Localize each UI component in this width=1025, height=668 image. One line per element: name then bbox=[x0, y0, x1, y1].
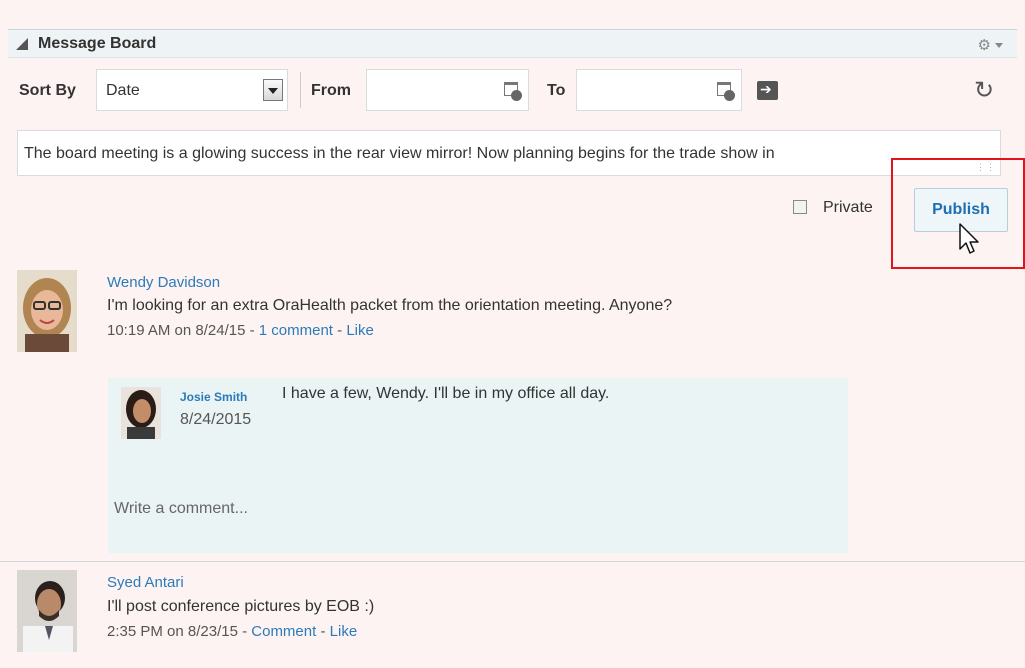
avatar[interactable] bbox=[17, 270, 77, 352]
write-comment-input[interactable]: Write a comment... bbox=[114, 500, 248, 518]
comment-author-link[interactable]: Josie Smith bbox=[180, 390, 247, 404]
comment-thread: Josie Smith I have a few, Wendy. I'll be… bbox=[108, 378, 848, 553]
sort-by-label: Sort By bbox=[19, 82, 76, 99]
chevron-down-icon[interactable] bbox=[995, 43, 1003, 48]
to-label: To bbox=[547, 82, 566, 99]
like-link[interactable]: Like bbox=[330, 623, 358, 640]
panel-title: Message Board bbox=[38, 35, 157, 52]
message-input[interactable]: The board meeting is a glowing success i… bbox=[17, 130, 1001, 176]
calendar-icon[interactable] bbox=[717, 82, 735, 101]
refresh-icon[interactable]: ↻ bbox=[974, 76, 994, 105]
sort-by-select[interactable]: Date bbox=[96, 69, 288, 111]
comment-count-link[interactable]: 1 comment bbox=[259, 322, 333, 339]
go-arrow-button[interactable] bbox=[757, 81, 778, 100]
chevron-down-icon bbox=[268, 88, 278, 94]
meta-separator: - bbox=[316, 623, 330, 640]
post-timestamp: 2:35 PM on 8/23/15 - bbox=[107, 623, 252, 640]
mouse-pointer-icon bbox=[959, 223, 979, 254]
dropdown-button[interactable] bbox=[263, 79, 283, 101]
wendy-photo bbox=[17, 270, 77, 352]
from-date-input[interactable] bbox=[366, 69, 529, 111]
avatar[interactable] bbox=[17, 570, 77, 652]
like-link[interactable]: Like bbox=[346, 322, 374, 339]
filter-toolbar: Sort By Date From To ↻ bbox=[0, 68, 1025, 114]
to-date-input[interactable] bbox=[576, 69, 742, 111]
gear-icon[interactable]: ⚙ bbox=[978, 36, 991, 54]
meta-separator: - bbox=[332, 322, 347, 339]
panel-header: Message Board ⚙ bbox=[8, 29, 1017, 58]
josie-photo bbox=[121, 387, 161, 439]
toolbar-divider bbox=[300, 72, 301, 108]
calendar-icon[interactable] bbox=[504, 82, 522, 101]
message-input-text: The board meeting is a glowing success i… bbox=[24, 145, 775, 162]
private-checkbox[interactable] bbox=[793, 200, 807, 214]
post-author-link[interactable]: Syed Antari bbox=[107, 574, 184, 591]
comment-date: 8/24/2015 bbox=[180, 411, 252, 428]
post-message: I'm looking for an extra OraHealth packe… bbox=[107, 297, 673, 314]
syed-photo bbox=[17, 570, 77, 652]
sort-by-value: Date bbox=[106, 82, 140, 99]
private-label: Private bbox=[823, 199, 873, 216]
comment-link[interactable]: Comment bbox=[251, 623, 316, 640]
post-divider bbox=[0, 561, 1025, 562]
post-meta: 2:35 PM on 8/23/15 - Comment - Like bbox=[107, 623, 357, 640]
post-author-link[interactable]: Wendy Davidson bbox=[107, 274, 220, 291]
post-meta: 10:19 AM on 8/24/15 - 1 comment - Like bbox=[107, 322, 374, 339]
post-message: I'll post conference pictures by EOB :) bbox=[107, 598, 375, 615]
post-timestamp: 10:19 AM on 8/24/15 - bbox=[107, 322, 259, 339]
collapse-triangle-icon[interactable] bbox=[16, 38, 28, 50]
from-label: From bbox=[311, 82, 351, 99]
comment-text: I have a few, Wendy. I'll be in my offic… bbox=[282, 385, 610, 402]
avatar[interactable] bbox=[121, 387, 161, 439]
